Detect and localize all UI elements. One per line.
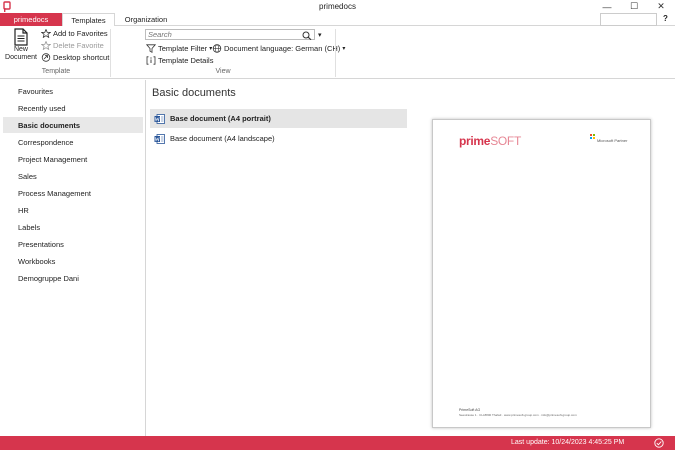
shortcut-icon (41, 52, 51, 62)
window-title: primedocs (319, 2, 356, 11)
desktop-shortcut-label: Desktop shortcut (53, 52, 110, 62)
sidebar-item-project-management[interactable]: Project Management (3, 151, 143, 167)
template-row-a4-landscape[interactable]: Base document (A4 landscape) (150, 129, 407, 148)
details-icon (146, 55, 156, 65)
close-button[interactable]: ✕ (648, 0, 674, 13)
sidebar-item-correspondence[interactable]: Correspondence (3, 134, 143, 150)
template-details-button[interactable]: Template Details (146, 55, 213, 65)
add-to-favorites-label: Add to Favorites (53, 28, 108, 38)
search-input[interactable] (148, 30, 298, 39)
tab-organization[interactable]: Organization (118, 13, 174, 26)
sidebar-item-recently-used[interactable]: Recently used (3, 100, 143, 116)
template-name: Base document (A4 landscape) (170, 134, 275, 143)
template-row-a4-portrait[interactable]: Base document (A4 portrait) (150, 109, 407, 128)
ribbon-group-separator (335, 29, 336, 77)
ribbon-search[interactable] (145, 29, 315, 40)
template-preview: primeSOFT Microsoft Partner PrimeSoft AG… (432, 119, 651, 428)
new-document-button[interactable]: New Document (4, 28, 38, 68)
preview-brand-soft: SOFT (490, 134, 521, 148)
section-title: Basic documents (152, 87, 236, 99)
search-options-dropdown[interactable]: ▾ (318, 31, 322, 39)
word-document-icon (154, 113, 165, 124)
status-bar: Last update: 10/24/2023 4:45:25 PM (0, 436, 675, 450)
new-document-icon (14, 28, 28, 46)
sidebar-item-labels[interactable]: Labels (3, 219, 143, 235)
template-filter-label: Template Filter (158, 43, 208, 53)
sidebar-item-workbooks[interactable]: Workbooks (3, 253, 143, 269)
template-name: Base document (A4 portrait) (170, 114, 271, 123)
delete-favorite-label: Delete Favorite (53, 40, 104, 50)
top-search-box[interactable] (600, 13, 657, 26)
tab-primedocs[interactable]: primedocs (0, 13, 62, 26)
ribbon: New Document Add to Favorites Delete Fav… (0, 26, 675, 79)
preview-partner-text: Microsoft Partner (597, 138, 628, 143)
ribbon-tab-bar: primedocs Templates Organization ? (0, 13, 675, 27)
category-sidebar: Favourites Recently used Basic documents… (0, 80, 146, 436)
title-bar: primedocs — ☐ ✕ (0, 0, 675, 13)
sidebar-item-process-management[interactable]: Process Management (3, 185, 143, 201)
preview-footer-address: Seestrasse 1 · CH-8800 Thalwil · www.pri… (459, 413, 577, 417)
sidebar-item-hr[interactable]: HR (3, 202, 143, 218)
star-delete-icon (41, 40, 51, 50)
preview-brand-prime: prime (459, 134, 491, 148)
group-label-template: Template (41, 68, 71, 75)
tab-templates[interactable]: Templates (62, 13, 115, 27)
help-button[interactable]: ? (661, 14, 670, 24)
filter-icon (146, 43, 156, 53)
sidebar-item-sales[interactable]: Sales (3, 168, 143, 184)
sidebar-item-basic-documents[interactable]: Basic documents (3, 117, 143, 133)
sidebar-item-demogruppe-dani[interactable]: Demogruppe Dani (3, 270, 143, 286)
template-details-label: Template Details (158, 55, 214, 65)
globe-icon (212, 43, 222, 53)
template-filter-button[interactable]: Template Filter ▾ (146, 43, 212, 53)
document-language-arrow: ▾ (342, 45, 346, 52)
add-to-favorites-button[interactable]: Add to Favorites (41, 28, 108, 38)
group-label-view: View (215, 68, 231, 75)
word-document-icon (154, 133, 165, 144)
star-add-icon (41, 28, 51, 38)
document-language-button[interactable]: Document language: German (CH) ▾ (212, 43, 345, 53)
sidebar-item-presentations[interactable]: Presentations (3, 236, 143, 252)
delete-favorite-button[interactable]: Delete Favorite (41, 40, 104, 50)
microsoft-logo-icon (590, 134, 595, 139)
search-icon[interactable] (302, 31, 312, 40)
minimize-button[interactable]: — (594, 0, 620, 13)
check-circle-icon (654, 438, 664, 448)
maximize-button[interactable]: ☐ (621, 0, 647, 13)
sidebar-item-favourites[interactable]: Favourites (3, 83, 143, 99)
preview-footer-company: PrimeSoft AG (459, 408, 481, 412)
new-document-label-2: Document (5, 54, 37, 61)
preview-brand-logo: primeSOFT (459, 134, 521, 148)
desktop-shortcut-button[interactable]: Desktop shortcut (41, 52, 109, 62)
last-update-status: Last update: 10/24/2023 4:45:25 PM (511, 439, 625, 446)
new-document-label-1: New (13, 46, 28, 53)
document-language-label: Document language: German (CH) (224, 43, 341, 53)
ribbon-group-separator (110, 29, 111, 77)
